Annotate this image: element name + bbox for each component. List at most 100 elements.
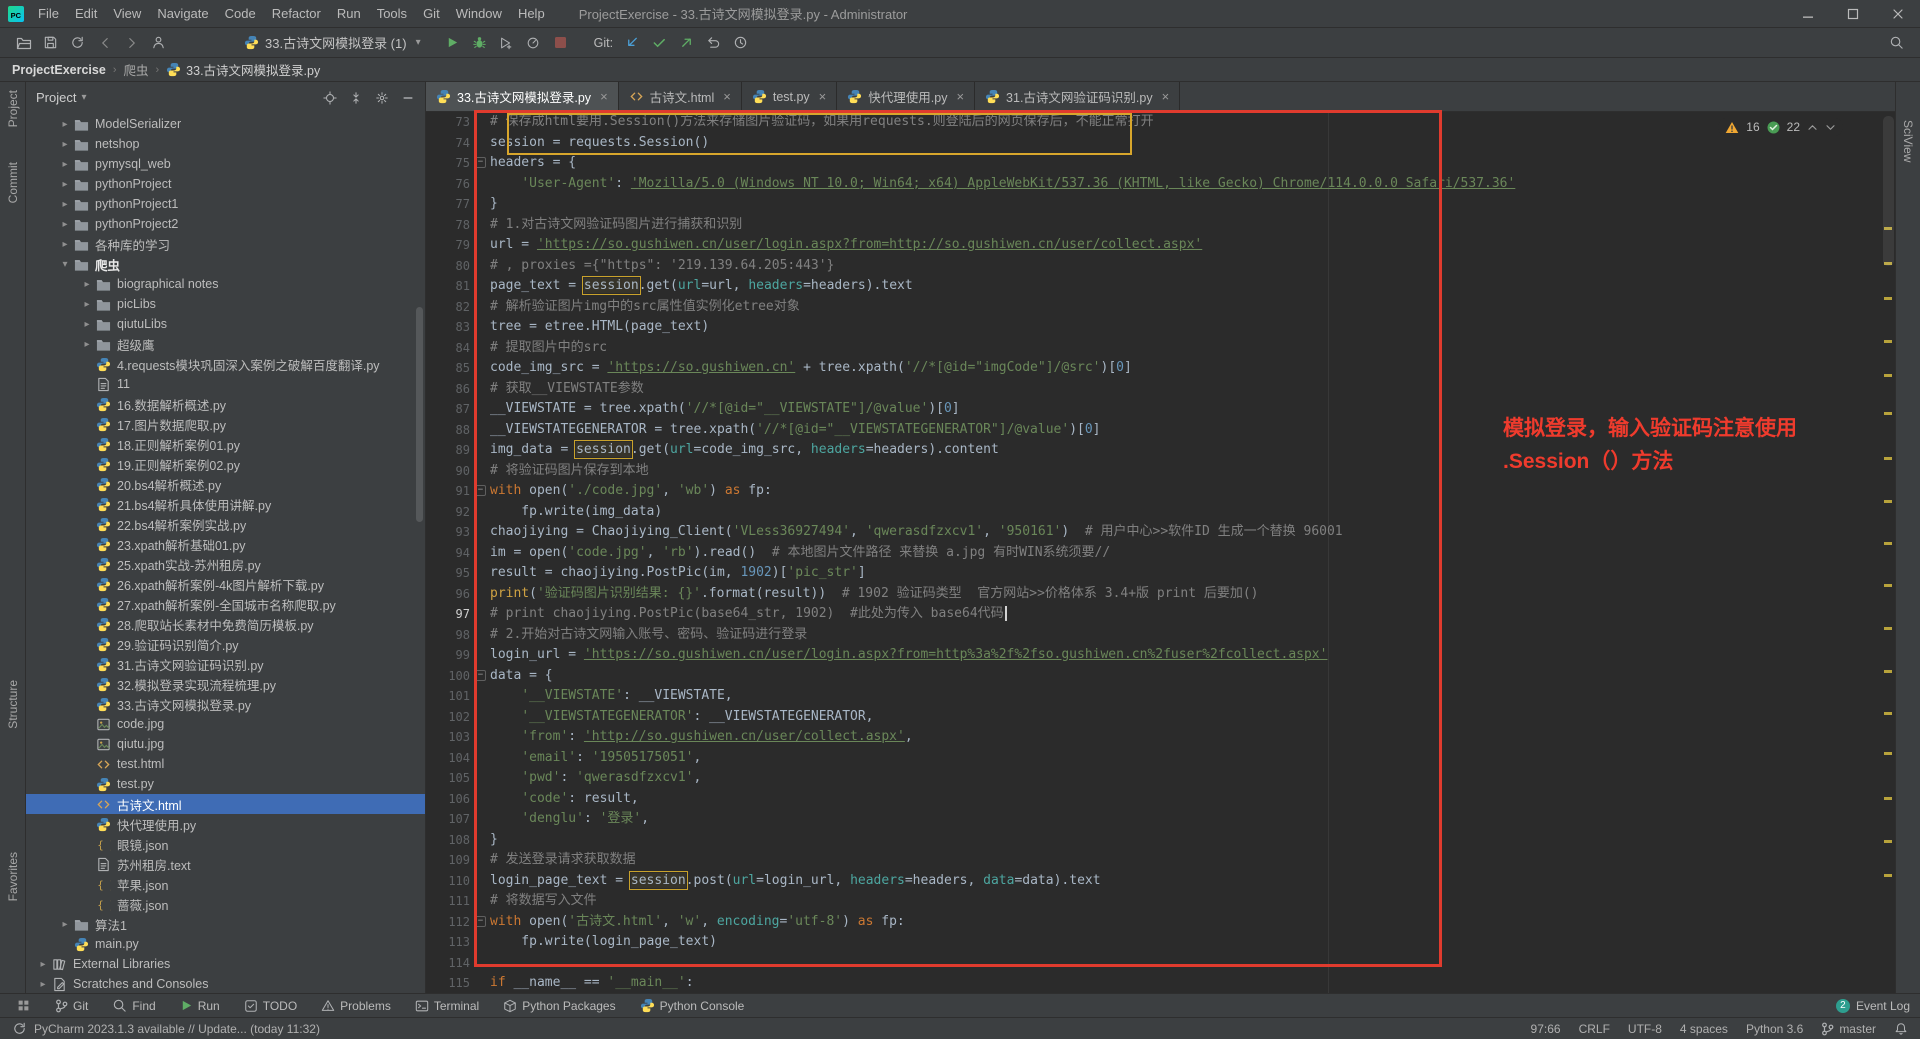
status-utf-8[interactable]: UTF-8 — [1628, 1022, 1662, 1036]
code-plane[interactable]: # 保存成html要用.Session()方法来存储图片验证码，如果用reque… — [488, 112, 1881, 993]
status-crlf[interactable]: CRLF — [1579, 1022, 1610, 1036]
back-button[interactable] — [91, 31, 118, 55]
tree-item[interactable]: ▸ pythonProject1 — [26, 194, 425, 214]
chevron-right-icon[interactable]: ▸ — [58, 159, 72, 170]
event-log-button[interactable]: 2 Event Log — [1835, 998, 1910, 1013]
project-scrollbar[interactable] — [416, 307, 423, 522]
editor-tab[interactable]: 31.古诗文网验证码识别.py × — [975, 82, 1181, 111]
chevron-right-icon[interactable]: ▸ — [36, 959, 50, 970]
hide-panel-button[interactable] — [401, 89, 415, 105]
code-line[interactable]: 'from': 'http://so.gushiwen.cn/user/coll… — [490, 727, 1881, 748]
tree-item[interactable]: 古诗文.html — [26, 794, 425, 814]
toolwindow-python-console[interactable]: Python Console — [640, 998, 744, 1013]
menu-navigate[interactable]: Navigate — [149, 0, 216, 27]
code-line[interactable]: # 1.对古诗文网验证码图片进行捕获和识别 — [490, 215, 1881, 236]
tree-item[interactable]: 4.requests模块巩固深入案例之破解百度翻译.py — [26, 354, 425, 374]
chevron-right-icon[interactable]: ▸ — [58, 119, 72, 130]
code-line[interactable]: 'User-Agent': 'Mozilla/5.0 (Windows NT 1… — [490, 174, 1881, 195]
chevron-right-icon[interactable]: ▸ — [58, 219, 72, 230]
toolwindow-run[interactable]: Run — [180, 999, 220, 1013]
tree-item[interactable]: 28.爬取站长素材中免费简历模板.py — [26, 614, 425, 634]
maximize-button[interactable] — [1830, 0, 1875, 27]
tree-item[interactable]: ▸ netshop — [26, 134, 425, 154]
toolwindow-todo[interactable]: TODO — [244, 999, 297, 1013]
tree-item[interactable]: 32.模拟登录实现流程梳理.py — [26, 674, 425, 694]
search-everywhere-button[interactable] — [1883, 31, 1910, 55]
code-line[interactable]: # 获取__VIEWSTATE参数 — [490, 379, 1881, 400]
tool-stripe-favorites[interactable]: Favorites — [0, 852, 25, 901]
chevron-right-icon[interactable]: ▸ — [80, 339, 94, 350]
tree-item[interactable]: test.html — [26, 754, 425, 774]
tree-item[interactable]: main.py — [26, 934, 425, 954]
menu-file[interactable]: File — [30, 0, 67, 27]
tree-item[interactable]: 26.xpath解析案例-4k图片解析下载.py — [26, 574, 425, 594]
collapse-all-button[interactable] — [349, 89, 363, 105]
tree-item[interactable]: { } 眼镜.json — [26, 834, 425, 854]
stop-button[interactable] — [547, 31, 574, 55]
editor-tab[interactable]: 33.古诗文网模拟登录.py × — [426, 82, 619, 111]
editor-scrollbar[interactable] — [1883, 116, 1894, 266]
tool-stripe-structure[interactable]: Structure — [0, 680, 25, 729]
code-line[interactable] — [490, 953, 1881, 974]
close-icon[interactable]: × — [956, 89, 964, 104]
menu-window[interactable]: Window — [448, 0, 510, 27]
tree-item[interactable]: 27.xpath解析案例-全国城市名称爬取.py — [26, 594, 425, 614]
close-icon[interactable]: × — [1162, 89, 1170, 104]
tool-window-switcher-button[interactable] — [10, 994, 37, 1018]
sync-button[interactable] — [64, 31, 91, 55]
code-line[interactable]: '__VIEWSTATEGENERATOR': __VIEWSTATEGENER… — [490, 707, 1881, 728]
tree-item[interactable]: 22.bs4解析案例实战.py — [26, 514, 425, 534]
tree-item[interactable]: ▸ Scratches and Consoles — [26, 974, 425, 993]
code-line[interactable]: with open('古诗文.html', 'w', encoding='utf… — [490, 912, 1881, 933]
menu-edit[interactable]: Edit — [67, 0, 105, 27]
tree-item[interactable]: 29.验证码识别简介.py — [26, 634, 425, 654]
code-line[interactable]: # print chaojiying.PostPic(base64_str, 1… — [490, 604, 1881, 625]
tree-item[interactable]: ▸ 各种库的学习 — [26, 234, 425, 254]
code-line[interactable]: chaojiying = Chaojiying_Client('VLess369… — [490, 522, 1881, 543]
chevron-right-icon[interactable]: ▸ — [58, 239, 72, 250]
fold-marker[interactable]: − — [475, 915, 486, 927]
tree-item[interactable]: 25.xpath实战-苏州租房.py — [26, 554, 425, 574]
code-line[interactable]: result = chaojiying.PostPic(im, 1902)['p… — [490, 563, 1881, 584]
toolwindow-git[interactable]: Git — [55, 999, 88, 1013]
tool-stripe-commit[interactable]: Commit — [0, 162, 25, 203]
status-4-spaces[interactable]: 4 spaces — [1680, 1022, 1728, 1036]
status-python-3-6[interactable]: Python 3.6 — [1746, 1022, 1803, 1036]
code-line[interactable]: 'email': '19505175051', — [490, 748, 1881, 769]
code-line[interactable]: login_page_text = session.post(url=login… — [490, 870, 1881, 892]
tree-item[interactable]: ▸ biographical notes — [26, 274, 425, 294]
menu-view[interactable]: View — [105, 0, 149, 27]
code-line[interactable]: with open('./code.jpg', 'wb') as fp: — [490, 481, 1881, 502]
code-line[interactable]: # 2.开始对古诗文网输入账号、密码、验证码进行登录 — [490, 625, 1881, 646]
tree-item[interactable]: ▸ 超级鹰 — [26, 334, 425, 354]
chevron-down-icon[interactable]: ▾ — [58, 259, 72, 270]
menu-git[interactable]: Git — [415, 0, 448, 27]
history-button[interactable] — [727, 31, 754, 55]
code-line[interactable]: # 发送登录请求获取数据 — [490, 850, 1881, 871]
code-line[interactable]: if __name__ == '__main__': — [490, 973, 1881, 993]
code-line[interactable]: # 保存成html要用.Session()方法来存储图片验证码，如果用reque… — [490, 112, 1881, 133]
menu-run[interactable]: Run — [329, 0, 369, 27]
tree-item[interactable]: 17.图片数据爬取.py — [26, 414, 425, 434]
menu-code[interactable]: Code — [217, 0, 264, 27]
breadcrumb-item[interactable]: ProjectExercise — [10, 63, 108, 77]
tree-item[interactable]: ▸ External Libraries — [26, 954, 425, 974]
tree-item[interactable]: code.jpg — [26, 714, 425, 734]
chevron-right-icon[interactable]: ▸ — [80, 279, 94, 290]
status-message[interactable]: PyCharm 2023.1.3 available // Update... … — [12, 1021, 320, 1036]
locate-file-button[interactable] — [323, 89, 337, 105]
forward-button[interactable] — [118, 31, 145, 55]
code-line[interactable]: login_url = 'https://so.gushiwen.cn/user… — [490, 645, 1881, 666]
run-button[interactable] — [439, 31, 466, 55]
run-configuration-select[interactable]: 33.古诗文网模拟登录 (1) ▾ — [238, 31, 427, 55]
tree-item[interactable]: ▸ picLibs — [26, 294, 425, 314]
toolwindow-find[interactable]: Find — [112, 998, 156, 1013]
menu-tools[interactable]: Tools — [369, 0, 415, 27]
code-line[interactable]: fp.write(login_page_text) — [490, 932, 1881, 953]
code-line[interactable]: # 解析验证图片img中的src属性值实例化etree对象 — [490, 297, 1881, 318]
status-bell[interactable] — [1894, 1022, 1908, 1036]
code-line[interactable]: } — [490, 194, 1881, 215]
code-line[interactable]: code_img_src = 'https://so.gushiwen.cn' … — [490, 358, 1881, 379]
chevron-right-icon[interactable]: ▸ — [58, 199, 72, 210]
code-line[interactable]: 'pwd': 'qwerasdfzxcv1', — [490, 768, 1881, 789]
